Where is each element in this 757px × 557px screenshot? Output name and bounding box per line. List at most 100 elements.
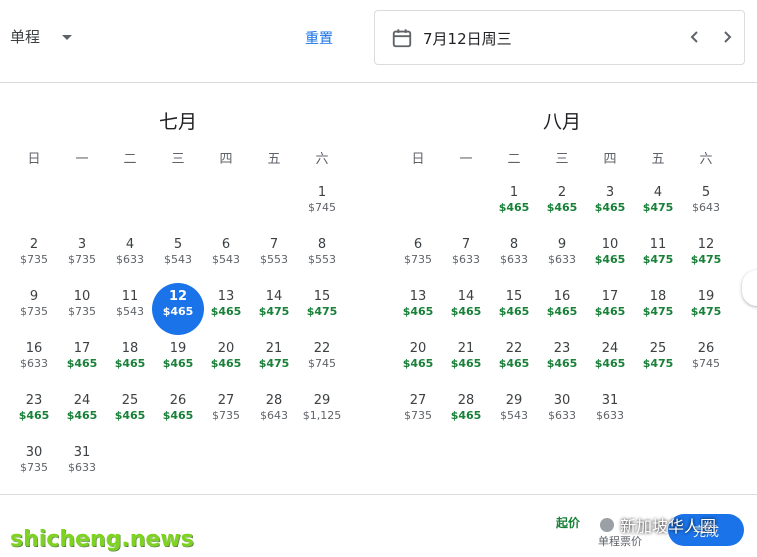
weekday-label: 六 <box>699 152 713 167</box>
day-number: 23 <box>553 341 571 356</box>
day-cell[interactable]: 1 $745 <box>298 183 346 235</box>
day-cell[interactable]: 29 $1,125 <box>298 391 346 443</box>
day-cell[interactable]: 2 $465 <box>538 183 586 235</box>
day-number: 17 <box>601 289 619 304</box>
day-cell[interactable]: 10 $735 <box>58 287 106 339</box>
day-cell[interactable]: 22 $745 <box>298 339 346 391</box>
day-price: $465 <box>450 357 482 370</box>
day-cell[interactable]: 19 $465 <box>154 339 202 391</box>
day-cell[interactable]: 31 $633 <box>58 443 106 495</box>
day-cell[interactable]: 17 $465 <box>586 287 634 339</box>
chevron-left-icon[interactable] <box>683 25 707 49</box>
scroll-handle[interactable] <box>742 270 757 306</box>
day-price: $465 <box>546 357 578 370</box>
day-cell[interactable]: 24 $465 <box>586 339 634 391</box>
day-cell[interactable]: 6 $735 <box>394 235 442 287</box>
day-cell[interactable]: 19 $475 <box>682 287 730 339</box>
day-cell[interactable]: 14 $465 <box>442 287 490 339</box>
day-cell[interactable]: 15 $465 <box>490 287 538 339</box>
day-cell[interactable]: 31 $633 <box>586 391 634 443</box>
day-cell[interactable]: 16 $465 <box>538 287 586 339</box>
day-cell[interactable]: 13 $465 <box>202 287 250 339</box>
day-cell[interactable]: 5 $643 <box>682 183 730 235</box>
day-number: 26 <box>697 341 715 356</box>
day-cell[interactable]: 26 $745 <box>682 339 730 391</box>
day-cell[interactable]: 26 $465 <box>154 391 202 443</box>
day-number: 13 <box>217 289 235 304</box>
day-cell[interactable]: 7 $553 <box>250 235 298 287</box>
day-price: $735 <box>212 409 240 422</box>
day-cell[interactable]: 8 $553 <box>298 235 346 287</box>
day-cell[interactable]: 21 $475 <box>250 339 298 391</box>
day-price: $465 <box>594 253 626 266</box>
day-number: 31 <box>601 393 619 408</box>
day-cell[interactable]: 20 $465 <box>394 339 442 391</box>
chevron-right-icon[interactable] <box>715 25 739 49</box>
day-number: 27 <box>217 393 235 408</box>
day-price: $633 <box>500 253 528 266</box>
day-cell[interactable]: 3 $465 <box>586 183 634 235</box>
day-cell[interactable]: 9 $633 <box>538 235 586 287</box>
day-cell[interactable]: 14 $475 <box>250 287 298 339</box>
day-cell[interactable]: 22 $465 <box>490 339 538 391</box>
day-cell[interactable]: 20 $465 <box>202 339 250 391</box>
day-cell[interactable]: 8 $633 <box>490 235 538 287</box>
day-price: $633 <box>596 409 624 422</box>
day-cell[interactable]: 30 $633 <box>538 391 586 443</box>
day-cell[interactable]: 18 $475 <box>634 287 682 339</box>
day-cell[interactable]: 30 $735 <box>10 443 58 495</box>
day-cell[interactable]: 29 $543 <box>490 391 538 443</box>
day-cell[interactable]: 17 $465 <box>58 339 106 391</box>
day-cell[interactable]: 7 $633 <box>442 235 490 287</box>
day-cell[interactable]: 13 $465 <box>394 287 442 339</box>
day-cell[interactable]: 15 $475 <box>298 287 346 339</box>
day-cell[interactable]: 1 $465 <box>490 183 538 235</box>
day-price: $475 <box>690 305 722 318</box>
day-cell[interactable]: 28 $465 <box>442 391 490 443</box>
weekday-label: 三 <box>555 152 569 167</box>
day-cell[interactable]: 9 $735 <box>10 287 58 339</box>
day-cell[interactable]: 16 $633 <box>10 339 58 391</box>
day-cell[interactable]: 12 $475 <box>682 235 730 287</box>
day-price: $735 <box>68 305 96 318</box>
day-price: $643 <box>260 409 288 422</box>
day-number: 28 <box>457 393 475 408</box>
day-cell[interactable]: 21 $465 <box>442 339 490 391</box>
day-cell[interactable]: 4 $475 <box>634 183 682 235</box>
day-number: 13 <box>409 289 427 304</box>
day-cell-selected[interactable]: 12 $465 <box>152 283 204 339</box>
day-cell[interactable]: 4 $633 <box>106 235 154 287</box>
day-number: 14 <box>457 289 475 304</box>
weekday-label: 四 <box>219 152 233 167</box>
weekday-label: 二 <box>507 152 521 167</box>
day-cell[interactable]: 24 $465 <box>58 391 106 443</box>
day-number: 30 <box>553 393 571 408</box>
day-cell[interactable]: 3 $735 <box>58 235 106 287</box>
date-field[interactable]: 7月12日周三 <box>374 10 745 65</box>
day-cell[interactable]: 23 $465 <box>10 391 58 443</box>
day-price: $465 <box>162 357 194 370</box>
day-number: 4 <box>125 237 135 252</box>
day-number: 16 <box>25 341 43 356</box>
day-cell[interactable]: 23 $465 <box>538 339 586 391</box>
day-price: $475 <box>258 305 290 318</box>
trip-type-dropdown[interactable]: 单程 <box>10 26 73 47</box>
day-cell[interactable]: 6 $543 <box>202 235 250 287</box>
day-cell[interactable]: 28 $643 <box>250 391 298 443</box>
day-cell[interactable]: 2 $735 <box>10 235 58 287</box>
day-cell[interactable]: 11 $543 <box>106 287 154 339</box>
day-cell[interactable]: 18 $465 <box>106 339 154 391</box>
day-price: $475 <box>690 253 722 266</box>
day-cell[interactable]: 11 $475 <box>634 235 682 287</box>
day-cell[interactable]: 25 $475 <box>634 339 682 391</box>
day-cell[interactable]: 27 $735 <box>394 391 442 443</box>
day-cell[interactable]: 10 $465 <box>586 235 634 287</box>
reset-button[interactable]: 重置 <box>305 28 333 48</box>
day-price: $735 <box>20 253 48 266</box>
day-price: $475 <box>258 357 290 370</box>
day-cell[interactable]: 25 $465 <box>106 391 154 443</box>
day-cell[interactable]: 5 $543 <box>154 235 202 287</box>
day-cell[interactable]: 27 $735 <box>202 391 250 443</box>
day-number: 5 <box>701 185 711 200</box>
caret-down-icon <box>62 35 73 40</box>
